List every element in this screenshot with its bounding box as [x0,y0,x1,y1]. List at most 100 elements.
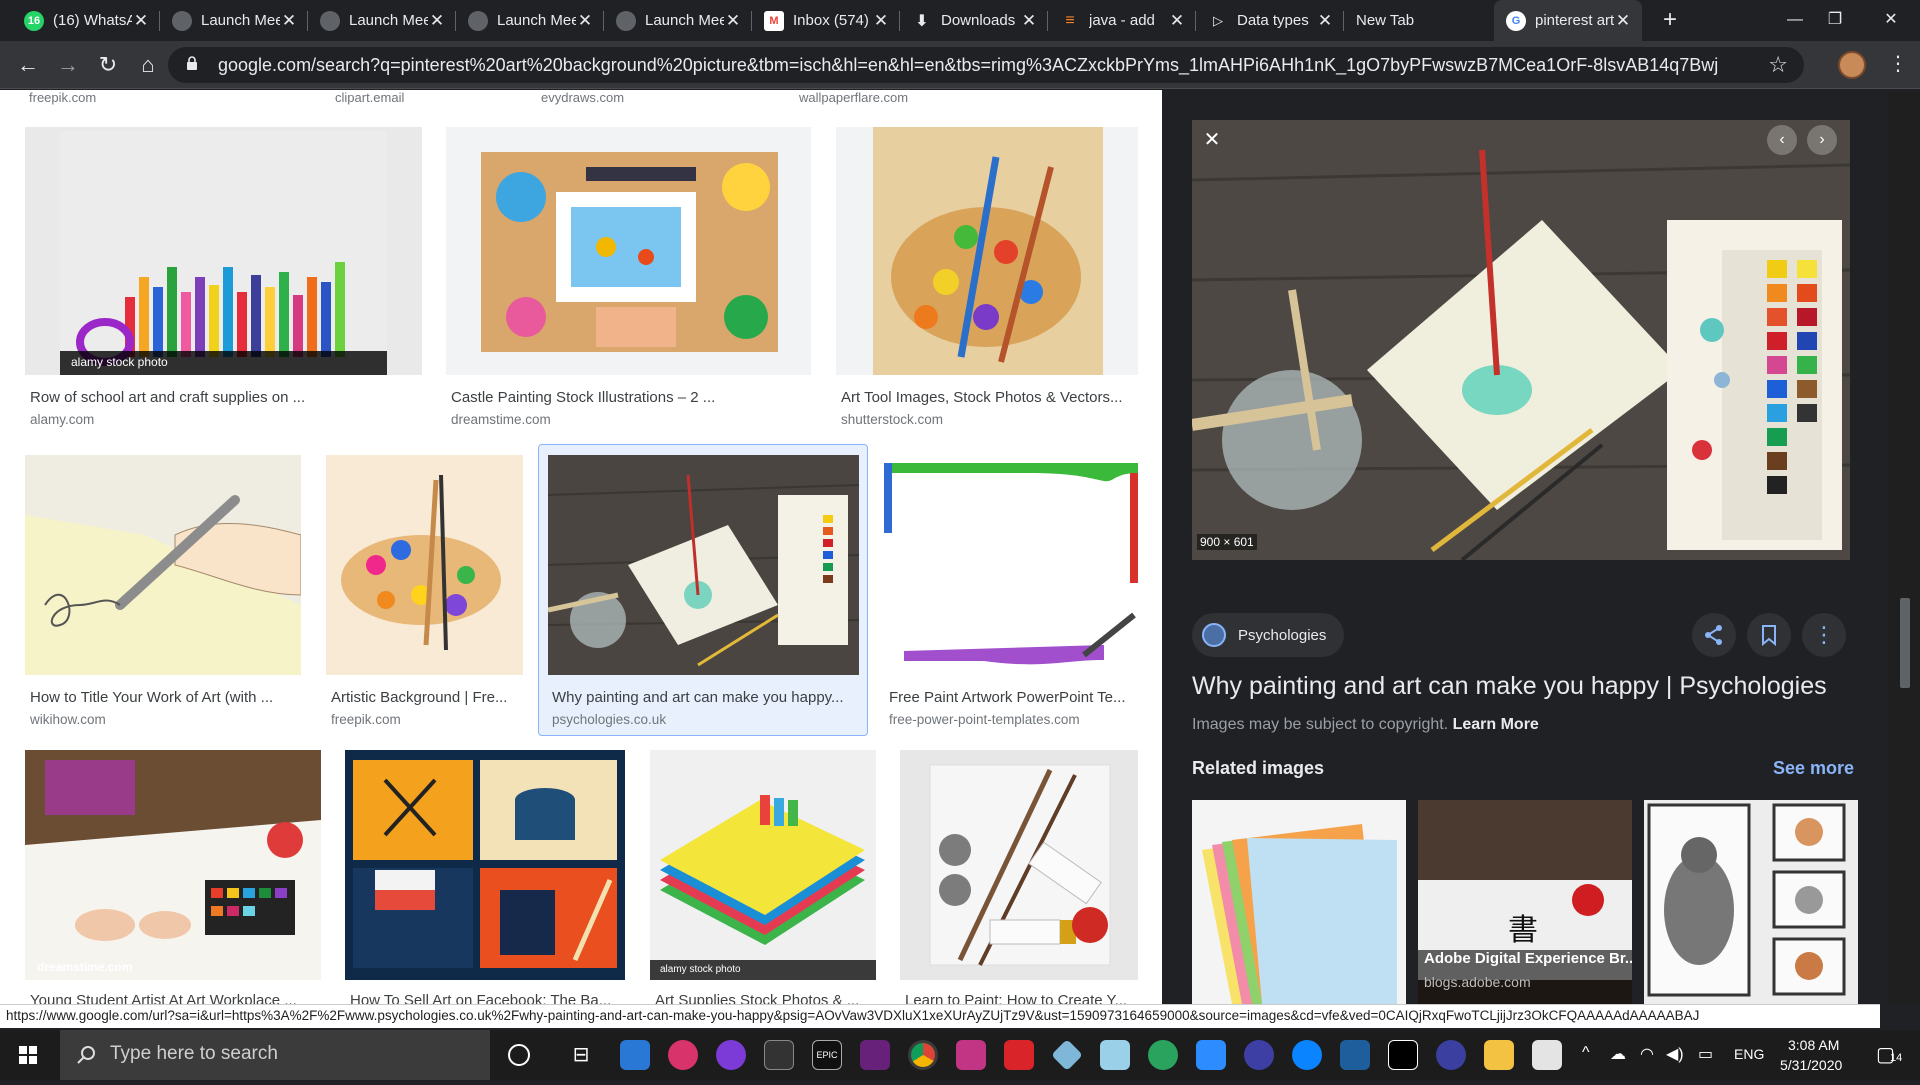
clock-time[interactable]: 3:08 AM [1788,1037,1839,1053]
restore-icon[interactable]: ❐ [1810,0,1860,41]
result-source[interactable]: free-power-point-templates.com [889,712,1080,727]
close-icon[interactable]: ✕ [280,11,298,31]
tab-launch-meeting-3[interactable]: Launch Meeting ✕ [456,0,604,41]
java-icon[interactable] [1532,1040,1562,1070]
result-card[interactable]: Art Tool Images, Stock Photos & Vectors.… [836,127,1138,427]
result-thumbnail[interactable]: alamy stock photo [25,127,422,375]
result-title[interactable]: Art Tool Images, Stock Photos & Vectors.… [841,389,1133,406]
result-thumbnail[interactable] [446,127,811,375]
result-thumbnail[interactable] [884,455,1138,675]
tab-launch-meeting-4[interactable]: Launch Meeting ✕ [604,0,752,41]
podcast-icon[interactable] [716,1040,746,1070]
mail-icon[interactable] [620,1040,650,1070]
preview-title[interactable]: Why painting and art can make you happy … [1192,672,1827,701]
tab-whatsapp[interactable]: 16 (16) WhatsApp ✕ [12,0,160,41]
previous-image-icon[interactable]: ‹ [1767,125,1797,155]
learn-more-link[interactable]: Learn More [1453,716,1539,733]
result-title[interactable]: Row of school art and craft supplies on … [30,389,410,406]
result-source[interactable]: shutterstock.com [841,412,943,427]
result-title[interactable]: Castle Painting Stock Illustrations – 2 … [451,389,806,406]
save-bookmark-icon[interactable] [1747,613,1791,657]
result-thumbnail[interactable] [326,455,523,675]
result-thumbnail[interactable] [900,750,1138,980]
tab-launch-meeting-2[interactable]: Launch Meeting ✕ [308,0,456,41]
sketch-icon[interactable] [1100,1040,1130,1070]
visual-studio-icon[interactable] [860,1040,890,1070]
clock-date[interactable]: 5/31/2020 [1780,1057,1842,1073]
taskbar-search-box[interactable]: Type here to search [60,1030,490,1080]
epic-games-icon[interactable]: EPIC [812,1040,842,1070]
result-card[interactable]: dreamstime.com Young Student Artist At A… [25,750,321,1004]
gitkraken-icon[interactable] [1148,1040,1178,1070]
share-icon[interactable] [1692,613,1736,657]
site-chip[interactable]: Psychologies [1192,613,1345,657]
notification-icon[interactable]: ▢ 14 [1874,1042,1904,1068]
unity-icon[interactable] [764,1040,794,1070]
result-card-selected[interactable]: Why painting and art can make you happy.… [538,444,868,736]
result-card[interactable]: Artistic Background | Fre... freepik.com [326,455,523,727]
result-source[interactable]: dreamstime.com [451,412,551,427]
result-thumbnail[interactable] [836,127,1138,375]
file-explorer-icon[interactable] [1484,1040,1514,1070]
result-source[interactable]: freepik.com [331,712,401,727]
result-thumbnail[interactable] [25,455,301,675]
result-title[interactable]: Why painting and art can make you happy.… [552,689,857,706]
battery-icon[interactable]: ▭ [1698,1044,1713,1064]
itunes-icon[interactable] [668,1040,698,1070]
result-source[interactable]: wikihow.com [30,712,106,727]
close-icon[interactable]: ✕ [428,11,446,31]
eclipse-icon[interactable] [1244,1040,1274,1070]
result-title[interactable]: Artistic Background | Fre... [331,689,518,706]
network-app-icon[interactable] [1340,1040,1370,1070]
messenger-icon[interactable] [1292,1040,1322,1070]
address-bar[interactable]: google.com/search?q=pinterest%20art%20ba… [168,47,1804,83]
see-more-link[interactable]: See more [1773,758,1854,779]
result-title[interactable]: Art Supplies Stock Photos & ... [655,992,871,1004]
arduino-icon[interactable] [1004,1040,1034,1070]
language-indicator[interactable]: ENG [1734,1046,1764,1062]
scrollbar-thumb[interactable] [1900,598,1910,688]
tab-inbox[interactable]: M Inbox (574) ✕ [752,0,900,41]
task-view-icon[interactable]: ⊟ [566,1040,596,1070]
app-cube-icon[interactable] [1051,1039,1083,1071]
close-icon[interactable]: ✕ [1168,11,1186,31]
tab-data-types[interactable]: ▷ Data types ✕ [1196,0,1344,41]
related-image[interactable] [1644,800,1858,1004]
forward-icon[interactable]: → [54,51,82,79]
tab-pinterest-art[interactable]: G pinterest art ✕ [1494,0,1642,41]
close-icon[interactable]: ✕ [872,11,890,31]
window-close-icon[interactable]: ✕ [1866,0,1916,41]
back-icon[interactable]: ← [14,51,42,79]
result-source[interactable]: psychologies.co.uk [552,712,666,727]
tab-downloads[interactable]: ⬇ Downloads ✕ [900,0,1048,41]
result-card[interactable]: How To Sell Art on Facebook: The Ba... [345,750,625,1004]
related-image[interactable]: 書 Adobe Digital Experience Br... blogs.a… [1418,800,1632,1004]
result-title[interactable]: Free Paint Artwork PowerPoint Te... [889,689,1133,706]
result-title[interactable]: Learn to Paint: How to Create Y... [905,992,1133,1004]
onedrive-icon[interactable]: ☁ [1610,1044,1626,1064]
result-thumbnail[interactable]: alamy stock photo [650,750,876,980]
close-icon[interactable]: ✕ [1020,11,1038,31]
cortana-icon[interactable] [508,1044,530,1066]
intellij-icon[interactable] [1388,1040,1418,1070]
wifi-icon[interactable]: ◠ [1640,1044,1654,1064]
result-source[interactable]: alamy.com [30,412,94,427]
scrollbar[interactable] [1888,90,1920,1004]
home-icon[interactable]: ⌂ [134,51,162,79]
result-card[interactable]: Free Paint Artwork PowerPoint Te... free… [884,455,1138,727]
result-card[interactable]: Castle Painting Stock Illustrations – 2 … [446,127,811,427]
tray-chevron-icon[interactable]: ^ [1582,1044,1590,1062]
tab-stackoverflow[interactable]: ≡ java - add ✕ [1048,0,1196,41]
close-icon[interactable]: ✕ [1614,11,1632,31]
reload-icon[interactable]: ↻ [94,51,122,79]
tab-new-tab[interactable]: New Tab [1344,0,1492,41]
result-thumbnail[interactable] [548,455,859,675]
windows-start-icon[interactable] [0,1030,56,1080]
next-image-icon[interactable]: › [1807,125,1837,155]
more-options-icon[interactable]: ⋮ [1802,613,1846,657]
close-icon[interactable]: ✕ [724,11,742,31]
related-image[interactable] [1192,800,1406,1004]
bookmark-star-icon[interactable]: ☆ [1768,52,1788,78]
kebab-menu-icon[interactable]: ⋮ [1888,51,1908,79]
result-thumbnail[interactable]: dreamstime.com [25,750,321,980]
